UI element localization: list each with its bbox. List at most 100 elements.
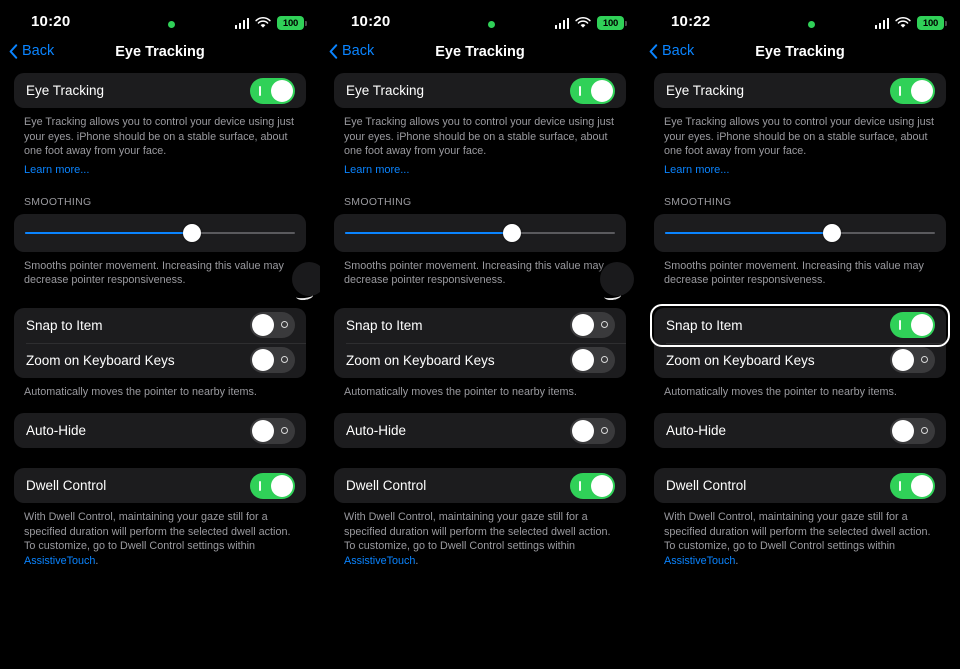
snap-to-item-toggle[interactable]	[570, 312, 615, 338]
auto-hide-toggle[interactable]	[570, 417, 615, 444]
wifi-icon	[255, 17, 271, 28]
page-title: Eye Tracking	[755, 44, 845, 60]
auto-hide-label: Auto-Hide	[666, 423, 727, 438]
dwell-control-toggle[interactable]	[570, 472, 615, 499]
zoom-on-keyboard-keys-row[interactable]: Zoom on Keyboard Keys	[14, 342, 306, 378]
dwell-control-row[interactable]: Dwell Control	[654, 468, 946, 503]
dwell-control-caption: With Dwell Control, maintaining your gaz…	[654, 503, 946, 568]
dwell-control-toggle[interactable]	[890, 472, 935, 499]
snap-to-item-toggle[interactable]	[890, 312, 935, 338]
auto-hide-row[interactable]: Auto-Hide	[334, 413, 626, 448]
toggle-off-mark-icon	[601, 321, 608, 328]
zoom-on-keyboard-keys-row[interactable]: Zoom on Keyboard Keys	[654, 342, 946, 378]
battery-level-label: 100	[602, 17, 619, 29]
smoothing-group-header: SMOOTHING	[664, 195, 732, 208]
dwell-control-row[interactable]: Dwell Control	[14, 468, 306, 503]
toggle-on-mark-icon	[899, 85, 901, 96]
status-time: 10:20	[31, 13, 71, 30]
eye-tracking-toggle[interactable]	[890, 77, 935, 104]
auto-hide-row[interactable]: Auto-Hide	[654, 413, 946, 448]
status-bar: 10:20 100	[0, 0, 320, 40]
screen-sequence: 10:20 100 Back Eye Tracking Eye Tracking Eye …	[0, 0, 960, 669]
snap-to-item-toggle[interactable]	[250, 312, 295, 338]
page-title: Eye Tracking	[115, 44, 205, 60]
privacy-indicator-dot-icon	[488, 21, 495, 28]
snap-to-item-row[interactable]: Snap to Item	[14, 308, 306, 343]
zoom-on-keyboard-keys-row[interactable]: Zoom on Keyboard Keys	[334, 342, 626, 378]
eye-tracking-description: Eye Tracking allows you to control your …	[344, 116, 615, 157]
auto-hide-toggle[interactable]	[890, 417, 935, 444]
eye-tracking-card: Eye Tracking	[654, 73, 946, 108]
battery-level-label: 100	[282, 17, 299, 29]
snap-to-item-row[interactable]: Snap to Item	[654, 308, 946, 343]
zoom-on-keyboard-keys-toggle[interactable]	[250, 347, 295, 373]
toggle-knob	[271, 474, 293, 497]
settings-content: Eye Tracking Eye Tracking allows you to c…	[0, 73, 320, 568]
smoothing-caption: Smooths pointer movement. Increasing thi…	[664, 259, 924, 287]
eye-tracking-row[interactable]: Eye Tracking	[14, 73, 306, 108]
wifi-icon	[575, 17, 591, 28]
dwell-control-label: Dwell Control	[666, 478, 747, 493]
eye-tracking-toggle[interactable]	[570, 77, 615, 104]
slider-thumb[interactable]	[503, 223, 522, 242]
zoom-on-keyboard-keys-label: Zoom on Keyboard Keys	[26, 352, 175, 368]
zoom-on-keyboard-keys-label: Zoom on Keyboard Keys	[666, 352, 815, 368]
auto-hide-label: Auto-Hide	[346, 423, 407, 438]
screen-2: 10:20 100 Back Eye Tracking Eye Tracking Eye …	[320, 0, 640, 669]
toggle-on-mark-icon	[899, 480, 901, 491]
slider-thumb[interactable]	[183, 223, 202, 242]
toggle-off-mark-icon	[601, 426, 608, 434]
dwell-control-caption: With Dwell Control, maintaining your gaz…	[334, 503, 626, 568]
zoom-on-keyboard-keys-toggle[interactable]	[570, 347, 615, 373]
toggle-off-mark-icon	[921, 356, 928, 363]
zoom-on-keyboard-keys-toggle[interactable]	[890, 347, 935, 373]
battery-icon: 100	[917, 16, 947, 30]
auto-hide-toggle[interactable]	[250, 417, 295, 444]
dwell-control-row[interactable]: Dwell Control	[334, 468, 626, 503]
status-icons: 100	[874, 16, 947, 30]
eye-tracking-label: Eye Tracking	[26, 83, 105, 98]
auto-hide-row[interactable]: Auto-Hide	[14, 413, 306, 448]
dwell-control-card: Dwell Control	[654, 468, 946, 503]
screen-3: 10:22 100 Back Eye Tracking Eye Tracking Eye …	[640, 0, 960, 669]
eye-tracking-row[interactable]: Eye Tracking	[334, 73, 626, 108]
smoothing-slider[interactable]	[665, 222, 935, 244]
dwell-control-toggle[interactable]	[250, 472, 295, 499]
toggle-off-mark-icon	[281, 426, 288, 434]
assistive-touch-link[interactable]: AssistiveTouch	[344, 555, 415, 567]
learn-more-link[interactable]: Learn more...	[654, 159, 946, 176]
assistive-touch-link[interactable]: AssistiveTouch	[664, 555, 735, 567]
assistive-pointer-blob[interactable]	[600, 262, 634, 301]
pointer-group-caption: Automatically moves the pointer to nearb…	[24, 385, 257, 398]
smoothing-slider[interactable]	[25, 222, 295, 244]
learn-more-link[interactable]: Learn more...	[14, 159, 306, 176]
dwell-caption-text: With Dwell Control, maintaining your gaz…	[24, 511, 291, 552]
toggle-knob	[892, 349, 914, 371]
snap-to-item-row[interactable]: Snap to Item	[334, 308, 626, 343]
status-time: 10:20	[351, 13, 391, 30]
zoom-on-keyboard-keys-label: Zoom on Keyboard Keys	[346, 352, 495, 368]
battery-icon: 100	[277, 16, 307, 30]
learn-more-link[interactable]: Learn more...	[334, 159, 626, 176]
dwell-caption-text: With Dwell Control, maintaining your gaz…	[664, 511, 931, 552]
eye-tracking-row[interactable]: Eye Tracking	[654, 73, 946, 108]
pointer-group-caption: Automatically moves the pointer to nearb…	[664, 385, 897, 398]
toggle-knob	[591, 79, 613, 102]
slider-thumb[interactable]	[823, 223, 842, 242]
eye-tracking-toggle[interactable]	[250, 77, 295, 104]
wifi-icon	[895, 17, 911, 28]
toggle-off-mark-icon	[281, 321, 288, 328]
toggle-knob	[572, 349, 594, 371]
toggle-knob	[252, 349, 274, 371]
assistive-touch-link[interactable]: AssistiveTouch	[24, 555, 95, 567]
smoothing-slider[interactable]	[345, 222, 615, 244]
privacy-indicator-dot-icon	[808, 21, 815, 28]
assistive-pointer-blob[interactable]	[292, 262, 320, 301]
pointer-options-card: Snap to Item Zoom on Keyboard Keys	[654, 307, 946, 378]
pointer-group-caption: Automatically moves the pointer to nearb…	[344, 385, 577, 398]
dwell-caption-text: With Dwell Control, maintaining your gaz…	[344, 511, 611, 552]
